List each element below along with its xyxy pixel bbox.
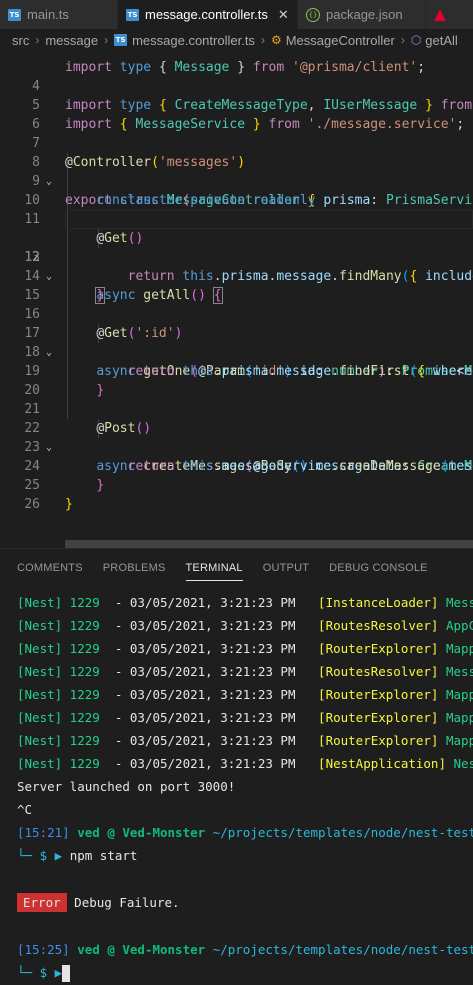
- code-line: 6: [0, 96, 473, 132]
- prompt-glyph: └─ $ ▶: [17, 848, 63, 863]
- terminal-log-line: [Nest] 1229 - 03/05/2021, 3:21:23 PM [Ne…: [17, 756, 473, 771]
- chevron-right-icon: ›: [35, 33, 40, 47]
- tab-terminal[interactable]: TERMINAL: [185, 549, 243, 587]
- tab-label: main.ts: [27, 7, 69, 22]
- code-line: 14 }: [0, 248, 473, 304]
- current-line-highlight: [65, 210, 473, 229]
- chevron-right-icon: ›: [104, 33, 109, 47]
- tab-package-json[interactable]: {} package.json: [298, 0, 426, 29]
- terminal-cursor: [62, 965, 71, 982]
- code-line: 16 @Get(':id'): [0, 286, 473, 341]
- code-line: 24 }: [0, 438, 473, 493]
- breadcrumb-class[interactable]: MessageController: [286, 33, 395, 48]
- terminal-blank: [17, 867, 473, 890]
- tab-angular-file[interactable]: [426, 0, 473, 29]
- terminal-command-line: └─ $ ▶ npm start: [17, 848, 138, 863]
- breadcrumb-method[interactable]: getAll: [425, 33, 458, 48]
- method-icon: ⬡: [410, 33, 422, 47]
- code-line-current: 12 ⌄ async getAll() {: [0, 210, 473, 304]
- error-badge: Error: [17, 893, 67, 912]
- breadcrumb-message[interactable]: message: [45, 33, 98, 48]
- terminal-log-line: [Nest] 1229 - 03/05/2021, 3:21:23 PM [Ro…: [17, 733, 473, 748]
- terminal-prompt: [15:21] ved @ Ved-Monster ~/projects/tem…: [17, 825, 473, 840]
- code-line: 19 }: [0, 343, 473, 398]
- terminal-log-line: [Nest] 1229 - 03/05/2021, 3:21:23 PM [Ro…: [17, 664, 473, 679]
- terminal-ctrl-c: ^C: [17, 802, 33, 817]
- code-line: 8 ⌄ export class MessageController {: [0, 134, 473, 208]
- tab-debug-console[interactable]: DEBUG CONSOLE: [329, 549, 428, 587]
- code-line: 22 ⌄ async createMessage(@Body() message…: [0, 400, 473, 474]
- class-icon: ⚙: [270, 33, 282, 47]
- terminal-log-line: [Nest] 1229 - 03/05/2021, 3:21:23 PM [Ro…: [17, 710, 473, 725]
- code-line: 26: [0, 476, 473, 512]
- terminal-error-line: Error Debug Failure.: [17, 890, 473, 915]
- tab-problems[interactable]: PROBLEMS: [103, 549, 166, 587]
- code-line: 9 constructor(private readonly prisma: P…: [0, 153, 473, 208]
- tab-comments[interactable]: COMMENTS: [17, 549, 83, 587]
- terminal-log-line: [Nest] 1229 - 03/05/2021, 3:21:23 PM [In…: [17, 595, 473, 610]
- code-editor[interactable]: import type { Message } from '@prisma/cl…: [0, 51, 473, 540]
- breadcrumb-file[interactable]: message.controller.ts: [132, 33, 255, 48]
- code-line: 10: [0, 172, 473, 208]
- horizontal-scrollbar[interactable]: [65, 540, 473, 548]
- terminal-blank: [17, 915, 473, 938]
- tab-message-controller-ts[interactable]: TS message.controller.ts ✕: [118, 0, 298, 29]
- tab-label: package.json: [326, 7, 403, 22]
- code-line: 21 @Post(): [0, 381, 473, 436]
- terminal-output[interactable]: [Nest] 1229 - 03/05/2021, 3:21:23 PM [In…: [17, 591, 473, 984]
- code-line: 13 return this.prisma.message.findMany({…: [0, 229, 473, 284]
- terminal-server-launched: Server launched on port 3000!: [17, 779, 236, 794]
- chevron-right-icon: ›: [400, 33, 405, 47]
- close-icon[interactable]: ✕: [278, 7, 289, 23]
- angular-icon: [434, 8, 446, 21]
- terminal-command-line[interactable]: └─ $ ▶: [17, 961, 473, 984]
- panel-tabs: COMMENTS PROBLEMS TERMINAL OUTPUT DEBUG …: [0, 549, 448, 587]
- tab-output[interactable]: OUTPUT: [263, 549, 309, 587]
- chevron-right-icon: ›: [260, 33, 265, 47]
- typescript-icon: TS: [126, 8, 139, 21]
- code-line: 20: [0, 362, 473, 398]
- code-line: 4 import type { CreateMessageType, IUser…: [0, 58, 473, 113]
- code-line: 23 return this.messageService.createMess…: [0, 419, 473, 474]
- code-line: 18 return this.prisma.message.findFirst(…: [0, 324, 473, 379]
- breadcrumb: src › message › TS message.controller.ts…: [0, 29, 473, 51]
- editor-tab-bar: TS main.ts TS message.controller.ts ✕ {}…: [0, 0, 473, 29]
- terminal-log-line: [Nest] 1229 - 03/05/2021, 3:21:23 PM [Ro…: [17, 618, 473, 633]
- breadcrumb-src[interactable]: src: [12, 33, 29, 48]
- tab-label: message.controller.ts: [145, 7, 268, 22]
- terminal-log-line: [Nest] 1229 - 03/05/2021, 3:21:23 PM [Ro…: [17, 687, 473, 702]
- terminal-log-line: [Nest] 1229 - 03/05/2021, 3:21:23 PM [Ro…: [17, 641, 473, 656]
- line-number: 26: [24, 497, 40, 512]
- json-icon: {}: [306, 7, 320, 22]
- code-line: 7 @Controller('messages'): [0, 115, 473, 170]
- code-line: 11 @Get(): [0, 191, 473, 246]
- prompt-glyph: └─ $ ▶: [17, 965, 63, 980]
- code-line: 17 ⌄ async getOne(@Param('id') id: numbe…: [0, 305, 473, 379]
- typescript-icon: TS: [8, 8, 21, 21]
- code-line: 5 import { MessageService } from './mess…: [0, 77, 473, 132]
- code-line: import type { Message } from '@prisma/cl…: [65, 60, 426, 75]
- typescript-icon: TS: [114, 34, 128, 46]
- bottom-panel: COMMENTS PROBLEMS TERMINAL OUTPUT DEBUG …: [0, 548, 473, 985]
- terminal-prompt: [15:25] ved @ Ved-Monster ~/projects/tem…: [17, 942, 473, 957]
- tab-main-ts[interactable]: TS main.ts: [0, 0, 118, 29]
- code-line: 25 }: [0, 457, 473, 512]
- code-line: 15: [0, 267, 473, 303]
